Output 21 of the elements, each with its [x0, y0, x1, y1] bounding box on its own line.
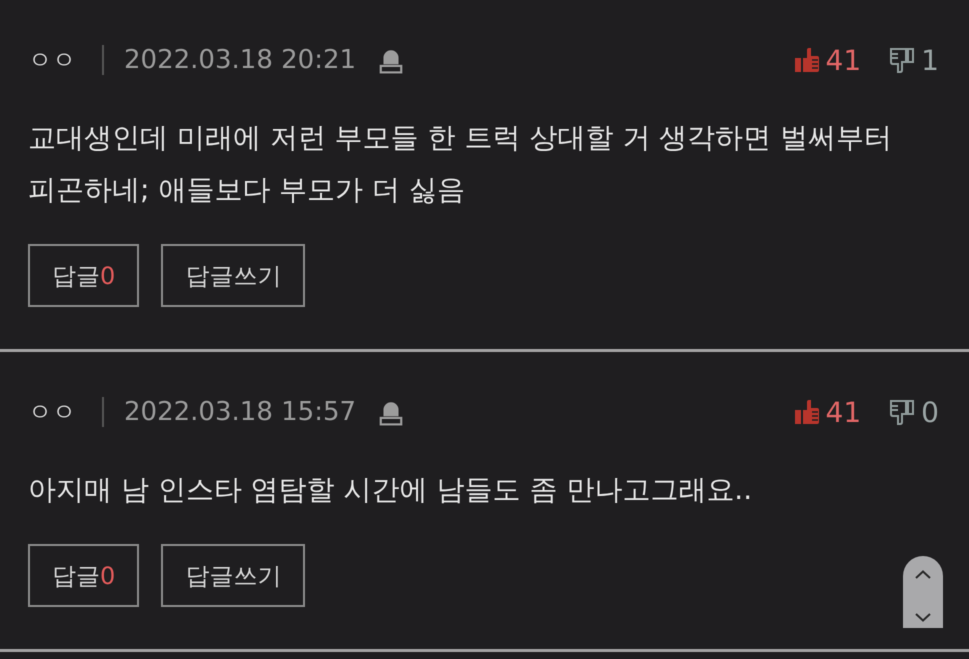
comment-text: 아지매 남 인스타 염탐할 시간에 남들도 좀 만나고그래요.. — [28, 472, 754, 508]
chevron-up-icon — [915, 570, 931, 579]
comment-date: 2022.03.18 20:21 — [124, 45, 356, 75]
thumbs-down-icon[interactable] — [889, 47, 916, 73]
replies-button[interactable]: 답글0 — [28, 544, 140, 607]
author-name: ㅇㅇ — [28, 45, 76, 76]
write-reply-button[interactable]: 답글쓰기 — [161, 244, 306, 307]
thumbs-up-icon[interactable] — [794, 399, 820, 425]
thumbs-down-icon[interactable] — [889, 399, 916, 425]
author-name: ㅇㅇ — [28, 397, 76, 428]
dislike-count: 0 — [921, 396, 939, 428]
replies-button[interactable]: 답글0 — [28, 244, 140, 307]
comment-text: 교대생인데 미래에 저런 부모들 한 트럭 상대할 거 생각하면 벌써부터 피곤하네; 애들보다 부모가 더 싫음 — [28, 120, 894, 208]
thumbs-up-icon[interactable] — [794, 47, 820, 73]
like-count: 41 — [826, 44, 862, 76]
scroll-button[interactable] — [903, 556, 943, 628]
write-reply-button[interactable]: 답글쓰기 — [161, 544, 306, 607]
dislike-count: 1 — [921, 44, 939, 76]
comment-date: 2022.03.18 15:57 — [124, 397, 356, 427]
like-count: 41 — [826, 396, 862, 428]
chevron-down-icon — [915, 613, 931, 622]
